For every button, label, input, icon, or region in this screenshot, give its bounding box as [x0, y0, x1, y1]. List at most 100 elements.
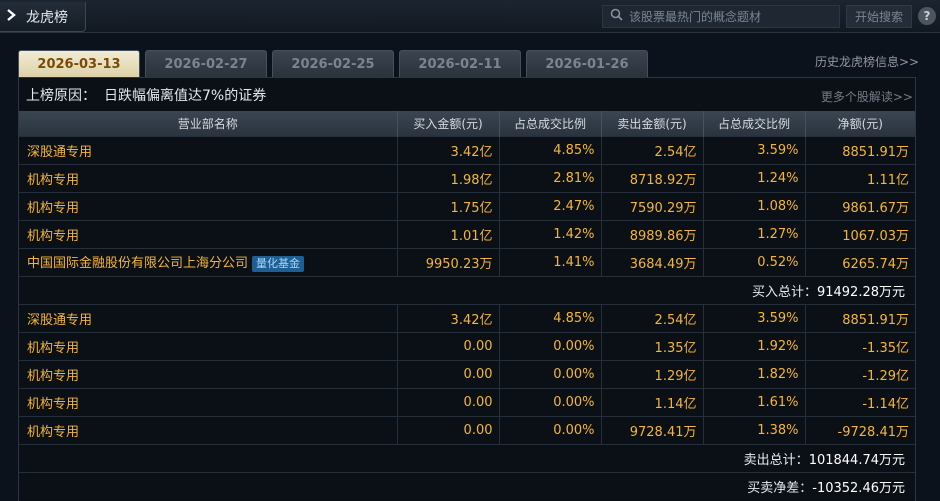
- net-total-row-label: 买卖净差：: [747, 480, 813, 496]
- cell-net: 8851.91万: [805, 135, 915, 164]
- tab-date-4[interactable]: 2026-01-26: [526, 50, 648, 77]
- net-total-row-value: -10352.46万元: [812, 480, 905, 496]
- cell-buy-pct: 4.85%: [499, 135, 602, 164]
- broker-name[interactable]: 深股通专用: [27, 313, 92, 328]
- cell-buy: 0.00: [397, 387, 500, 416]
- cell-net: -9728.41万: [805, 415, 915, 444]
- cell-sell: 1.14亿: [601, 387, 704, 416]
- buy-total-row-cell: 买入总计：91492.28万元: [19, 275, 915, 304]
- table-row[interactable]: 机构专用 0.00 0.00% 1.14亿 1.61% -1.14亿: [19, 387, 915, 416]
- buy-total-row: 买入总计：91492.28万元: [19, 275, 915, 304]
- broker-table: 营业部名称 买入金额(元) 占总成交比例 卖出金额(元) 占总成交比例 净额(元) 深股通…: [19, 111, 915, 500]
- sell-total-row-value: 101844.74万元: [808, 452, 905, 468]
- cell-buy: 1.01亿: [397, 219, 500, 248]
- broker-name[interactable]: 机构专用: [27, 425, 79, 440]
- cell-buy: 1.98亿: [397, 163, 500, 192]
- table-row[interactable]: 机构专用 0.00 0.00% 9728.41万 1.38% -9728.41万: [19, 415, 915, 444]
- broker-name[interactable]: 机构专用: [27, 201, 79, 216]
- cell-net: -1.35亿: [805, 331, 915, 360]
- table-row[interactable]: 机构专用 1.01亿 1.42% 8989.86万 1.27% 1067.03万: [19, 219, 915, 248]
- cell-buy-pct: 0.00%: [499, 331, 602, 360]
- broker-name-cell[interactable]: 机构专用: [19, 331, 398, 360]
- cell-sell: 2.54亿: [601, 303, 704, 332]
- table-header: 营业部名称 买入金额(元) 占总成交比例 卖出金额(元) 占总成交比例 净额(元): [19, 111, 915, 136]
- cell-buy: 0.00: [397, 359, 500, 388]
- broker-name-cell[interactable]: 机构专用: [19, 163, 398, 192]
- table-row[interactable]: 中国国际金融股份有限公司上海分公司 量化基金 9950.23万 1.41% 3684.4…: [19, 247, 915, 276]
- date-tabs: 2026-03-13 2026-02-27 2026-02-25 2026-02-11…: [18, 50, 653, 77]
- chevron-right-icon: [6, 8, 20, 25]
- broker-name[interactable]: 机构专用: [27, 229, 79, 244]
- search-box[interactable]: [602, 5, 840, 28]
- more-analysis-link[interactable]: 更多个股解读>>: [821, 88, 913, 105]
- tab-date-0[interactable]: 2026-03-13: [18, 50, 140, 77]
- broker-name-cell[interactable]: 深股通专用: [19, 303, 398, 332]
- search-icon: [603, 8, 629, 25]
- tab-date-2[interactable]: 2026-02-25: [272, 50, 394, 77]
- quant-fund-badge: 量化基金: [252, 256, 305, 272]
- table-row[interactable]: 深股通专用 3.42亿 4.85% 2.54亿 3.59% 8851.91万: [19, 135, 915, 164]
- cell-sell-pct: 1.38%: [703, 415, 806, 444]
- table-row[interactable]: 机构专用 0.00 0.00% 1.29亿 1.82% -1.29亿: [19, 359, 915, 388]
- page-title: 龙虎榜: [26, 9, 68, 26]
- cell-sell: 1.29亿: [601, 359, 704, 388]
- column-header: 卖出金额(元): [601, 111, 704, 136]
- buy-total-row-value: 91492.28万元: [816, 284, 905, 300]
- broker-name[interactable]: 中国国际金融股份有限公司上海分公司: [27, 256, 248, 271]
- tab-date-3[interactable]: 2026-02-11: [399, 50, 521, 77]
- cell-buy: 9950.23万: [397, 247, 500, 276]
- search-input[interactable]: [629, 9, 834, 24]
- cell-sell: 2.54亿: [601, 135, 704, 164]
- table-row[interactable]: 机构专用 0.00 0.00% 1.35亿 1.92% -1.35亿: [19, 331, 915, 360]
- help-icon[interactable]: ?: [918, 7, 936, 25]
- cell-sell-pct: 1.24%: [703, 163, 806, 192]
- cell-net: -1.14亿: [805, 387, 915, 416]
- tab-date-1[interactable]: 2026-02-27: [145, 50, 267, 77]
- broker-name[interactable]: 机构专用: [27, 369, 79, 384]
- broker-name-cell[interactable]: 中国国际金融股份有限公司上海分公司 量化基金: [19, 247, 398, 276]
- net-total-row: 买卖净差：-10352.46万元: [19, 471, 915, 500]
- cell-buy-pct: 4.85%: [499, 303, 602, 332]
- broker-name-cell[interactable]: 深股通专用: [19, 135, 398, 164]
- cell-buy: 0.00: [397, 331, 500, 360]
- sell-total-row-label: 卖出总计：: [743, 452, 809, 468]
- cell-sell: 9728.41万: [601, 415, 704, 444]
- broker-name-cell[interactable]: 机构专用: [19, 219, 398, 248]
- cell-buy-pct: 1.41%: [499, 247, 602, 276]
- cell-sell-pct: 3.59%: [703, 303, 806, 332]
- broker-name-cell[interactable]: 机构专用: [19, 415, 398, 444]
- cell-sell-pct: 1.82%: [703, 359, 806, 388]
- top-bar: 龙虎榜 开始搜索 ?: [0, 0, 940, 33]
- broker-name-cell[interactable]: 机构专用: [19, 359, 398, 388]
- broker-name-cell[interactable]: 机构专用: [19, 191, 398, 220]
- table-row[interactable]: 机构专用 1.98亿 2.81% 8718.92万 1.24% 1.11亿: [19, 163, 915, 192]
- table-row[interactable]: 深股通专用 3.42亿 4.85% 2.54亿 3.59% 8851.91万: [19, 303, 915, 332]
- broker-name[interactable]: 机构专用: [27, 341, 79, 356]
- cell-sell: 1.35亿: [601, 331, 704, 360]
- cell-sell: 3684.49万: [601, 247, 704, 276]
- broker-name[interactable]: 机构专用: [27, 397, 79, 412]
- reason-value: 日跌幅偏离值达7%的证券: [104, 87, 267, 104]
- cell-buy-pct: 0.00%: [499, 387, 602, 416]
- column-header: 占总成交比例: [499, 111, 602, 136]
- broker-name-cell[interactable]: 机构专用: [19, 387, 398, 416]
- search-button[interactable]: 开始搜索: [846, 5, 912, 28]
- column-header: 买入金额(元): [397, 111, 500, 136]
- title-tab[interactable]: 龙虎榜: [0, 2, 86, 32]
- broker-name[interactable]: 机构专用: [27, 173, 79, 188]
- reason-row: 上榜原因： 日跌幅偏离值达7%的证券: [19, 78, 915, 111]
- cell-buy-pct: 2.47%: [499, 191, 602, 220]
- cell-buy: 0.00: [397, 415, 500, 444]
- column-header: 占总成交比例: [703, 111, 806, 136]
- cell-net: -1.29亿: [805, 359, 915, 388]
- cell-sell-pct: 1.27%: [703, 219, 806, 248]
- cell-sell-pct: 1.92%: [703, 331, 806, 360]
- cell-buy-pct: 2.81%: [499, 163, 602, 192]
- cell-buy-pct: 0.00%: [499, 415, 602, 444]
- cell-buy: 3.42亿: [397, 303, 500, 332]
- broker-name[interactable]: 深股通专用: [27, 145, 92, 160]
- table-row[interactable]: 机构专用 1.75亿 2.47% 7590.29万 1.08% 9861.67万: [19, 191, 915, 220]
- column-header: 净额(元): [805, 111, 915, 136]
- history-link[interactable]: 历史龙虎榜信息>>: [815, 53, 919, 70]
- dragon-tiger-panel: 上榜原因： 日跌幅偏离值达7%的证券 更多个股解读>> 营业部名称 买入金额(元)…: [18, 77, 916, 501]
